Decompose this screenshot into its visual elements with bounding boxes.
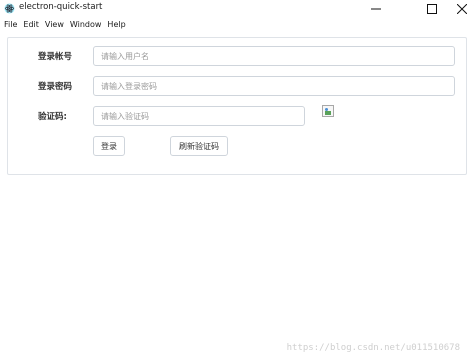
refresh-captcha-button[interactable]: 刷新验证码	[170, 136, 228, 156]
menu-file[interactable]: File	[0, 18, 20, 32]
title-bar[interactable]: electron-quick-start	[0, 0, 474, 18]
maximize-icon	[427, 4, 437, 14]
password-input[interactable]	[93, 76, 455, 96]
minimize-button[interactable]	[360, 0, 392, 18]
password-label: 登录密码	[38, 82, 73, 92]
menu-edit[interactable]: Edit	[20, 18, 42, 32]
username-label: 登录帐号	[38, 52, 73, 62]
menu-view[interactable]: View	[42, 18, 67, 32]
login-button[interactable]: 登录	[93, 136, 125, 156]
minimize-icon	[371, 8, 381, 10]
electron-atom-icon	[4, 3, 15, 14]
broken-image-icon[interactable]	[322, 105, 334, 117]
menu-help[interactable]: Help	[104, 18, 128, 32]
window-title: electron-quick-start	[19, 2, 103, 12]
menu-bar: File Edit View Window Help	[0, 18, 474, 32]
close-icon	[457, 4, 467, 14]
close-button[interactable]	[446, 0, 474, 18]
username-input[interactable]	[93, 46, 455, 66]
captcha-label: 验证码:	[38, 112, 67, 122]
captcha-input[interactable]	[93, 106, 305, 126]
maximize-button[interactable]	[416, 0, 448, 18]
menu-window[interactable]: Window	[67, 18, 105, 32]
watermark-text: https://blog.csdn.net/u011510678	[286, 343, 460, 353]
